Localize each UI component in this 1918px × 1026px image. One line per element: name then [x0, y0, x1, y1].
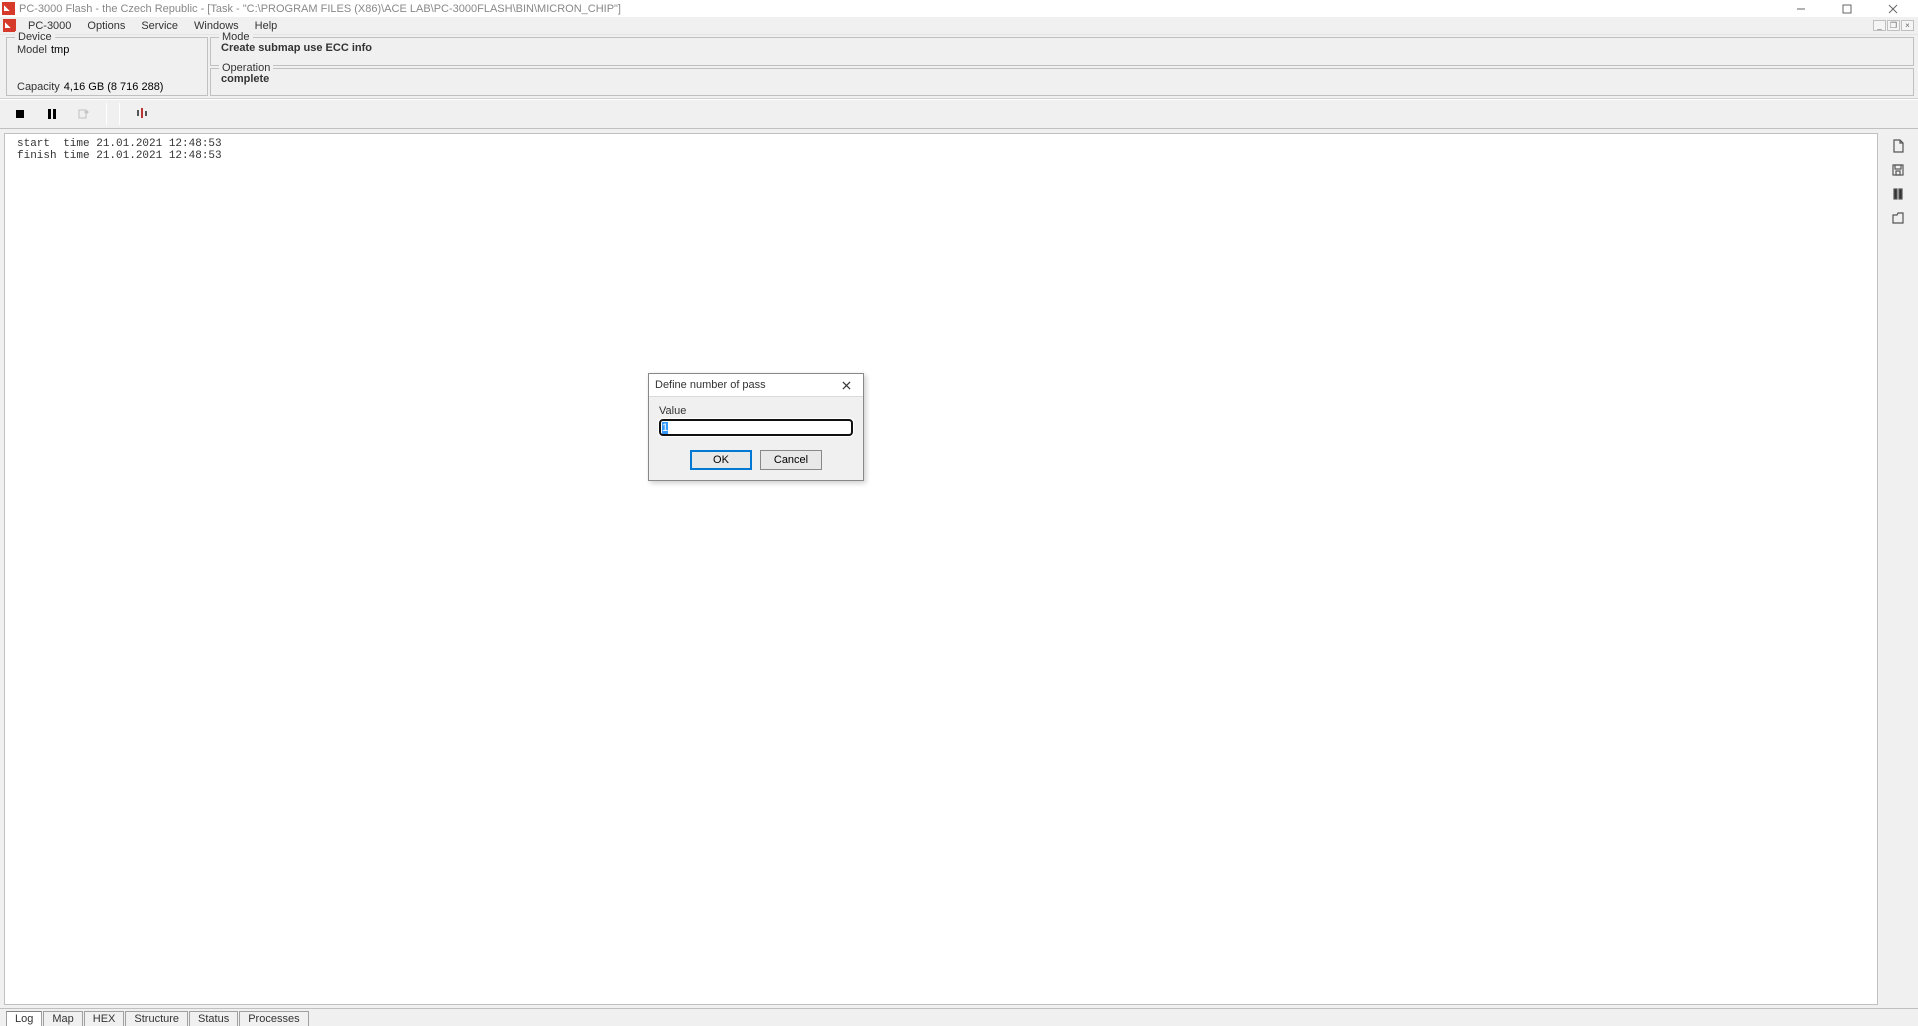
dialog-body: Value OK Cancel	[649, 397, 863, 480]
tab-processes[interactable]: Processes	[239, 1011, 308, 1026]
log-line-1: start time 21.01.2021 12:48:53	[17, 138, 222, 150]
toolbar-separator	[106, 103, 107, 125]
maximize-button[interactable]	[1828, 0, 1866, 17]
toolbar	[0, 99, 1918, 129]
mdi-restore[interactable]: ❐	[1887, 20, 1900, 31]
titlebar: PC-3000 Flash - the Czech Republic - [Ta…	[0, 0, 1918, 17]
mode-legend: Mode	[219, 31, 253, 43]
sliders-button[interactable]	[132, 104, 152, 124]
new-file-icon[interactable]	[1889, 137, 1907, 155]
mdi-controls: _ ❐ ×	[1872, 20, 1918, 31]
dialog-close-button[interactable]	[835, 376, 857, 394]
toolbar-separator-2	[119, 103, 120, 125]
device-group: Device Model tmp Capacity 4,16 GB (8 716…	[6, 37, 208, 96]
tab-log[interactable]: Log	[6, 1011, 42, 1026]
mdi-minimize[interactable]: _	[1873, 20, 1886, 31]
close-button[interactable]	[1874, 0, 1912, 17]
operation-legend: Operation	[219, 62, 273, 74]
dialog-title-text: Define number of pass	[655, 379, 766, 391]
menubar: PC-3000 Options Service Windows Help _ ❐…	[0, 17, 1918, 35]
tab-status[interactable]: Status	[189, 1011, 238, 1026]
side-toolbar	[1878, 129, 1918, 1005]
log-pane[interactable]: start time 21.01.2021 12:48:53 finish ti…	[4, 133, 1878, 1005]
info-panel: Device Model tmp Capacity 4,16 GB (8 716…	[0, 35, 1918, 99]
pause-small-icon[interactable]	[1889, 185, 1907, 203]
capacity-value: 4,16 GB (8 716 288)	[64, 81, 164, 93]
operation-group: Operation complete	[210, 68, 1914, 97]
mdi-close[interactable]: ×	[1901, 20, 1914, 31]
app-icon	[2, 2, 15, 15]
operation-value: complete	[221, 73, 269, 85]
minimize-button[interactable]	[1782, 0, 1820, 17]
log-line-2: finish time 21.01.2021 12:48:53	[17, 150, 222, 162]
menu-options[interactable]: Options	[79, 18, 133, 34]
save-icon[interactable]	[1889, 161, 1907, 179]
tab-hex[interactable]: HEX	[84, 1011, 125, 1026]
model-value: tmp	[51, 44, 69, 56]
tab-map[interactable]: Map	[43, 1011, 82, 1026]
value-label: Value	[659, 405, 853, 417]
main-area: start time 21.01.2021 12:48:53 finish ti…	[0, 129, 1918, 1005]
ok-button[interactable]: OK	[690, 450, 752, 470]
mode-group: Mode Create submap use ECC info	[210, 37, 1914, 66]
window-controls	[1782, 0, 1918, 17]
menu-service[interactable]: Service	[133, 18, 186, 34]
device-legend: Device	[15, 31, 55, 43]
bottom-tabs: Log Map HEX Structure Status Processes	[0, 1008, 1918, 1026]
export-button[interactable]	[74, 104, 94, 124]
capacity-label: Capacity	[17, 81, 60, 93]
dialog-titlebar[interactable]: Define number of pass	[649, 374, 863, 397]
dialog-define-pass: Define number of pass Value OK Cancel	[648, 373, 864, 481]
tab-structure[interactable]: Structure	[125, 1011, 188, 1026]
window-title: PC-3000 Flash - the Czech Republic - [Ta…	[19, 3, 621, 15]
stop-button[interactable]	[10, 104, 30, 124]
model-label: Model	[17, 44, 47, 56]
cancel-button[interactable]: Cancel	[760, 450, 822, 470]
folder-icon[interactable]	[1889, 209, 1907, 227]
value-input[interactable]	[659, 419, 853, 436]
mode-value: Create submap use ECC info	[221, 42, 372, 54]
pause-button[interactable]	[42, 104, 62, 124]
